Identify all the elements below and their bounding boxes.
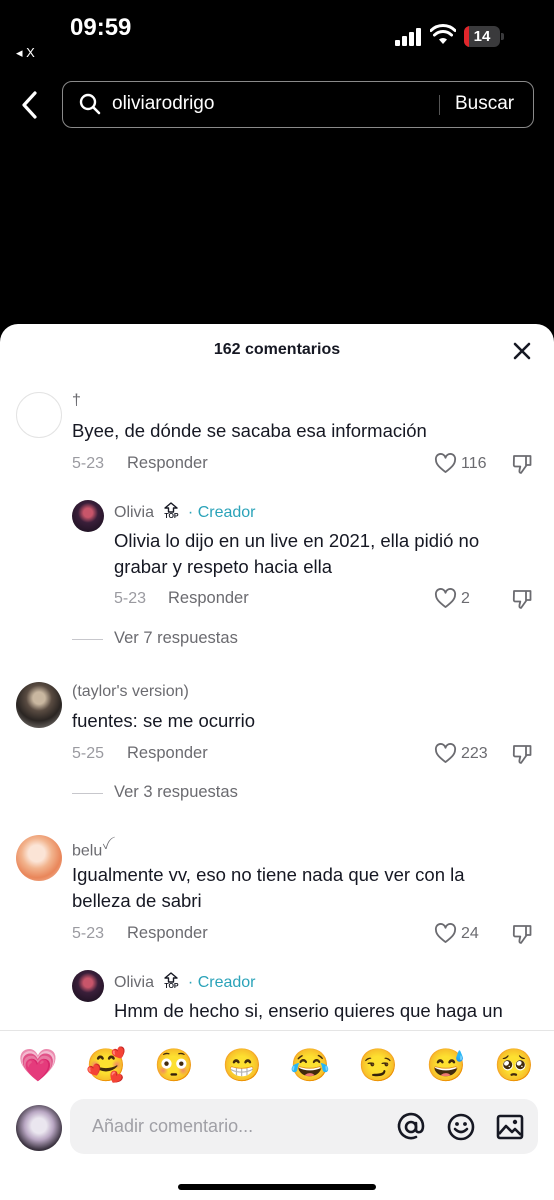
- search-divider: [439, 95, 440, 115]
- view-replies-button[interactable]: Ver 7 respuestas: [114, 629, 238, 648]
- battery-icon: 14: [464, 26, 504, 47]
- emoji-picker-icon[interactable]: [446, 1112, 476, 1142]
- emoji-quick-reaction[interactable]: 🥺: [494, 1045, 534, 1085]
- comment-input-placeholder: Añadir comentario...: [92, 1116, 254, 1136]
- reply-text-line[interactable]: Hmm de hecho si, enserio quieres que hag…: [114, 998, 503, 1024]
- comment-date: 5-25: [72, 745, 105, 762]
- reply-text-line[interactable]: grabar y respeto hacia ella: [114, 554, 332, 580]
- emoji-quick-reaction[interactable]: 😅: [426, 1045, 466, 1085]
- comment-text[interactable]: Byee, de dónde se sacaba esa información: [72, 418, 427, 444]
- comment-text[interactable]: fuentes: se me ocurrio: [72, 708, 255, 734]
- comment-text-line[interactable]: Igualmente vv, eso no tiene nada que ver…: [72, 862, 465, 888]
- reply-author[interactable]: Olivia TOP · Creador: [114, 502, 256, 524]
- emoji-quick-reaction[interactable]: 🥰: [86, 1045, 126, 1085]
- home-indicator: [178, 1184, 376, 1190]
- battery-level: 14: [473, 28, 491, 45]
- search-query: oliviarodrigo: [112, 93, 215, 114]
- back-to-app-link[interactable]: ◂ X: [16, 45, 35, 61]
- search-icon: [79, 93, 101, 115]
- comment-date: 5-23: [72, 455, 105, 472]
- image-icon[interactable]: [495, 1112, 525, 1142]
- emoji-quick-reaction[interactable]: 😂: [290, 1045, 330, 1085]
- comment-composer: 💗 🥰 😳 😁 😂 😏 😅 🥺 Añadir comentario...: [0, 1030, 554, 1200]
- user-avatar[interactable]: [16, 1105, 62, 1151]
- reply-author[interactable]: Olivia TOP · Creador: [114, 972, 256, 994]
- cellular-signal-icon: [395, 28, 423, 46]
- emoji-quick-reaction[interactable]: 😳: [154, 1045, 194, 1085]
- comment-author-name: belu: [72, 842, 103, 860]
- creator-tag: · Creador: [187, 504, 256, 522]
- reply-author-name: Olivia: [114, 974, 155, 992]
- status-time: 09:59: [70, 14, 132, 41]
- close-icon[interactable]: [512, 341, 532, 361]
- emoji-quick-reaction[interactable]: 💗: [18, 1045, 58, 1085]
- search-input[interactable]: oliviarodrigo Buscar: [62, 81, 534, 128]
- top-badge-icon: TOP: [162, 972, 180, 994]
- heart-icon[interactable]: [434, 743, 457, 764]
- avatar[interactable]: [72, 500, 104, 532]
- avatar[interactable]: [16, 392, 62, 438]
- thumbs-down-icon[interactable]: [511, 453, 533, 475]
- comment-author[interactable]: †: [72, 392, 81, 410]
- heart-icon[interactable]: [434, 923, 457, 944]
- top-badge-label: TOP: [164, 983, 179, 990]
- comment-text-line[interactable]: belleza de sabri: [72, 888, 202, 914]
- view-replies-divider: [72, 639, 103, 640]
- reply-date: 5-23: [114, 590, 147, 607]
- thumbs-down-icon[interactable]: [511, 743, 533, 765]
- heart-icon[interactable]: [434, 453, 457, 474]
- view-replies-divider: [72, 793, 103, 794]
- view-replies-button[interactable]: Ver 3 respuestas: [114, 783, 238, 802]
- thumbs-down-icon[interactable]: [511, 923, 533, 945]
- search-button[interactable]: Buscar: [455, 93, 514, 115]
- comment-input[interactable]: Añadir comentario...: [70, 1099, 538, 1154]
- reply-text-line[interactable]: Olivia lo dijo en un live en 2021, ella …: [114, 528, 479, 554]
- top-badge-label: TOP: [164, 513, 179, 520]
- reply-button[interactable]: Responder: [127, 454, 208, 473]
- wifi-icon: [430, 24, 456, 44]
- like-count: 116: [461, 455, 487, 472]
- comments-count-title: 162 comentarios: [213, 341, 341, 358]
- emoji-quick-reaction[interactable]: 😁: [222, 1045, 262, 1085]
- comment-author[interactable]: (taylor's version): [72, 683, 189, 701]
- top-badge-icon: TOP: [162, 502, 180, 524]
- creator-tag: · Creador: [187, 974, 256, 992]
- reply-button[interactable]: Responder: [168, 589, 249, 608]
- like-count: 223: [461, 745, 488, 762]
- avatar[interactable]: [16, 835, 62, 881]
- mention-icon[interactable]: [396, 1112, 426, 1142]
- reply-button[interactable]: Responder: [127, 744, 208, 763]
- emoji-quick-reaction[interactable]: 😏: [358, 1045, 398, 1085]
- reply-author-name: Olivia: [114, 504, 155, 522]
- like-count: 2: [461, 590, 470, 607]
- like-count: 24: [461, 925, 479, 942]
- reply-button[interactable]: Responder: [127, 924, 208, 943]
- heart-icon[interactable]: [434, 588, 457, 609]
- thumbs-down-icon[interactable]: [511, 588, 533, 610]
- comment-author[interactable]: beluꪜ: [72, 836, 109, 860]
- author-suffix: ꪜ: [102, 841, 110, 852]
- comment-date: 5-23: [72, 925, 105, 942]
- back-chevron-icon[interactable]: [16, 88, 44, 122]
- avatar[interactable]: [16, 682, 62, 728]
- avatar[interactable]: [72, 970, 104, 1002]
